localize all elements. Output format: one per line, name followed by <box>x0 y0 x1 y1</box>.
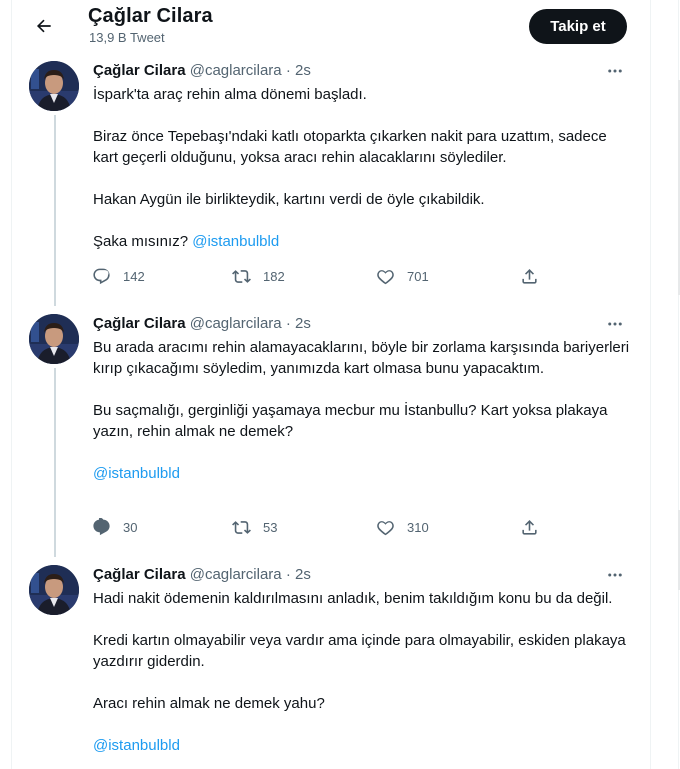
tweet-paragraph: İspark'ta araç rehin alma dönemi başladı… <box>93 86 367 103</box>
tweet-header: Çağlar Cilara @caglarcilara · 2s <box>93 315 311 332</box>
tweet-text: Bu arada aracımı rehin alamayacaklarını,… <box>93 337 633 484</box>
tweet-paragraph: Kredi kartın olmayabilir veya vardır ama… <box>93 632 626 670</box>
more-button[interactable] <box>602 565 628 585</box>
more-horizontal-icon <box>608 69 622 73</box>
arrow-left-icon <box>36 19 51 33</box>
tweet-time[interactable]: · 2s <box>282 315 311 332</box>
tweet-actions: 142 182 701 <box>88 264 568 288</box>
tweet-paragraph: Hakan Aygün ile birlikteydik, kartını ve… <box>93 191 485 208</box>
avatar-image <box>29 565 79 615</box>
tweet-paragraph: @istanbulbld <box>93 463 633 484</box>
tweet-paragraph: @istanbulbld <box>93 735 633 756</box>
retweet-button[interactable]: 182 <box>232 264 285 288</box>
tweet-text: Hadi nakit ödemenin kaldırılmasını anlad… <box>93 588 633 756</box>
more-horizontal-icon <box>608 573 622 577</box>
tweet-paragraph: Şaka mısınız? @istanbulbld <box>93 231 633 252</box>
share-button[interactable] <box>520 515 539 539</box>
share-button[interactable] <box>520 264 539 288</box>
author-name[interactable]: Çağlar Cilara <box>93 566 186 583</box>
avatar[interactable] <box>29 61 79 111</box>
author-name[interactable]: Çağlar Cilara <box>93 315 186 332</box>
tweet-paragraph: Bu arada aracımı rehin alamayacaklarını,… <box>93 339 630 377</box>
thread-connector <box>54 368 56 557</box>
tweet-count: 13,9 B Tweet <box>89 30 165 45</box>
retweet-icon <box>232 520 251 534</box>
tweet[interactable]: Çağlar Cilara @caglarcilara · 2s Hadi na… <box>12 557 650 769</box>
avatar[interactable] <box>29 565 79 615</box>
author-handle[interactable]: @caglarcilara <box>190 566 282 583</box>
author-name[interactable]: Çağlar Cilara <box>93 62 186 79</box>
reply-count: 142 <box>123 268 145 284</box>
tweet-paragraph: Bu saçmalığı, gerginliği yaşamaya mecbur… <box>93 402 608 440</box>
follow-button[interactable]: Takip et <box>529 9 627 44</box>
mention-link[interactable]: @istanbulbld <box>93 465 180 482</box>
tweet-paragraph: Biraz önce Tepebaşı'ndaki katlı otoparkt… <box>93 128 607 166</box>
retweet-icon <box>232 269 251 283</box>
tweet[interactable]: Çağlar Cilara @caglarcilara · 2s Bu arad… <box>12 306 650 557</box>
profile-header: Çağlar Cilara 13,9 B Tweet Takip et <box>12 0 650 53</box>
like-count: 310 <box>407 519 429 535</box>
like-button[interactable]: 310 <box>376 515 429 539</box>
tweet[interactable]: Çağlar Cilara @caglarcilara · 2s İspark'… <box>12 53 650 306</box>
share-icon <box>522 268 537 284</box>
heart-icon <box>377 269 394 284</box>
right-sidebar-edge <box>666 0 680 769</box>
tweet-thread-column: Çağlar Cilara 13,9 B Tweet Takip et Çağl… <box>11 0 651 769</box>
avatar[interactable] <box>29 314 79 364</box>
more-button[interactable] <box>602 314 628 334</box>
thread-connector <box>54 115 56 306</box>
tweet-text: İspark'ta araç rehin alma dönemi başladı… <box>93 84 633 252</box>
like-button[interactable]: 701 <box>376 264 429 288</box>
tweet-paragraph: Hadi nakit ödemenin kaldırılmasını anlad… <box>93 590 613 607</box>
mention-link[interactable]: @istanbulbld <box>192 233 279 250</box>
reply-button[interactable]: 30 <box>92 515 137 539</box>
reply-count: 30 <box>123 519 138 535</box>
back-button[interactable] <box>27 9 61 43</box>
retweet-count: 53 <box>263 519 278 535</box>
tweet-time[interactable]: · 2s <box>282 566 311 583</box>
author-handle[interactable]: @caglarcilara <box>190 315 282 332</box>
retweet-count: 182 <box>263 268 285 284</box>
tweet-time[interactable]: · 2s <box>282 62 311 79</box>
tweet-header: Çağlar Cilara @caglarcilara · 2s <box>93 62 311 79</box>
reply-icon <box>93 268 110 284</box>
like-count: 701 <box>407 268 429 284</box>
reply-icon <box>93 517 110 535</box>
more-horizontal-icon <box>608 322 622 326</box>
profile-name: Çağlar Cilara <box>88 5 213 27</box>
share-icon <box>522 519 537 535</box>
heart-icon <box>377 520 394 535</box>
tweet-header: Çağlar Cilara @caglarcilara · 2s <box>93 566 311 583</box>
avatar-image <box>29 61 79 111</box>
tweet-actions: 30 53 310 <box>88 515 568 539</box>
mention-link[interactable]: @istanbulbld <box>93 737 180 754</box>
retweet-button[interactable]: 53 <box>232 515 277 539</box>
reply-button[interactable]: 142 <box>92 264 145 288</box>
more-button[interactable] <box>602 61 628 81</box>
author-handle[interactable]: @caglarcilara <box>190 62 282 79</box>
tweet-paragraph: Aracı rehin almak ne demek yahu? <box>93 695 325 712</box>
tweet-paragraph-text: Şaka mısınız? <box>93 233 193 250</box>
avatar-image <box>29 314 79 364</box>
